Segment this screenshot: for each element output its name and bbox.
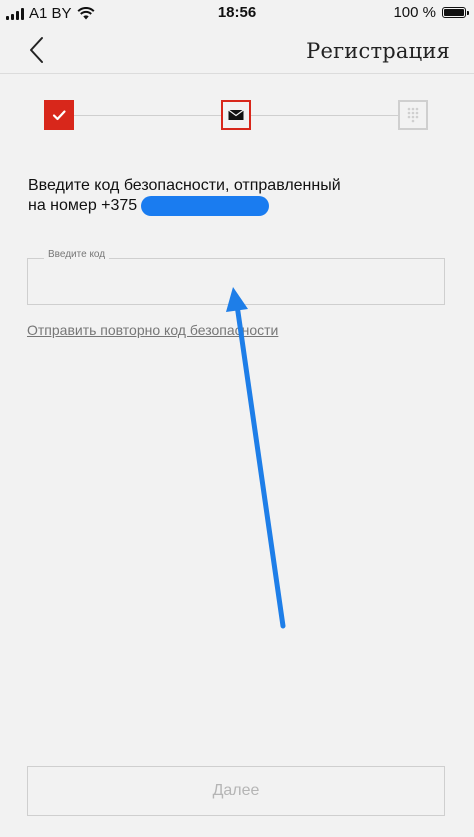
- resend-code-link[interactable]: Отправить повторно код безопасности: [27, 322, 278, 338]
- chevron-left-icon: [30, 37, 43, 63]
- security-code-label: Введите код: [44, 249, 110, 260]
- nav-bar: Регистрация: [0, 26, 474, 74]
- keypad-icon: [407, 107, 419, 123]
- step-password-inactive: [398, 100, 428, 130]
- phone-number-redaction: [141, 196, 270, 216]
- status-right: 100 %: [393, 4, 469, 21]
- battery-percent: 100 %: [393, 4, 436, 21]
- security-code-input[interactable]: [27, 258, 445, 305]
- back-button[interactable]: [22, 34, 52, 66]
- instruction-line-1: Введите код безопасности, отправленный: [28, 177, 341, 194]
- progress-stepper: [0, 96, 474, 136]
- page-title: Регистрация: [306, 39, 450, 63]
- status-bar: A1 BY 18:56 100 %: [0, 0, 474, 26]
- registration-screen: A1 BY 18:56 100 % Регистрация Введите ко…: [0, 0, 474, 837]
- battery-level: [444, 9, 464, 16]
- next-button[interactable]: Далее: [27, 766, 445, 816]
- phone-prefix: на номер +375: [28, 197, 138, 214]
- instruction-text: Введите код безопасности, отправленный н…: [28, 176, 448, 216]
- stepper-line-2: [251, 115, 398, 116]
- stepper-line-1: [74, 115, 221, 116]
- instruction-line-2: на номер +375: [28, 196, 448, 216]
- step-code-active: [221, 100, 251, 130]
- check-icon: [52, 110, 66, 121]
- envelope-icon: [228, 109, 244, 120]
- step-phone-completed: [44, 100, 74, 130]
- battery-icon: [442, 7, 469, 18]
